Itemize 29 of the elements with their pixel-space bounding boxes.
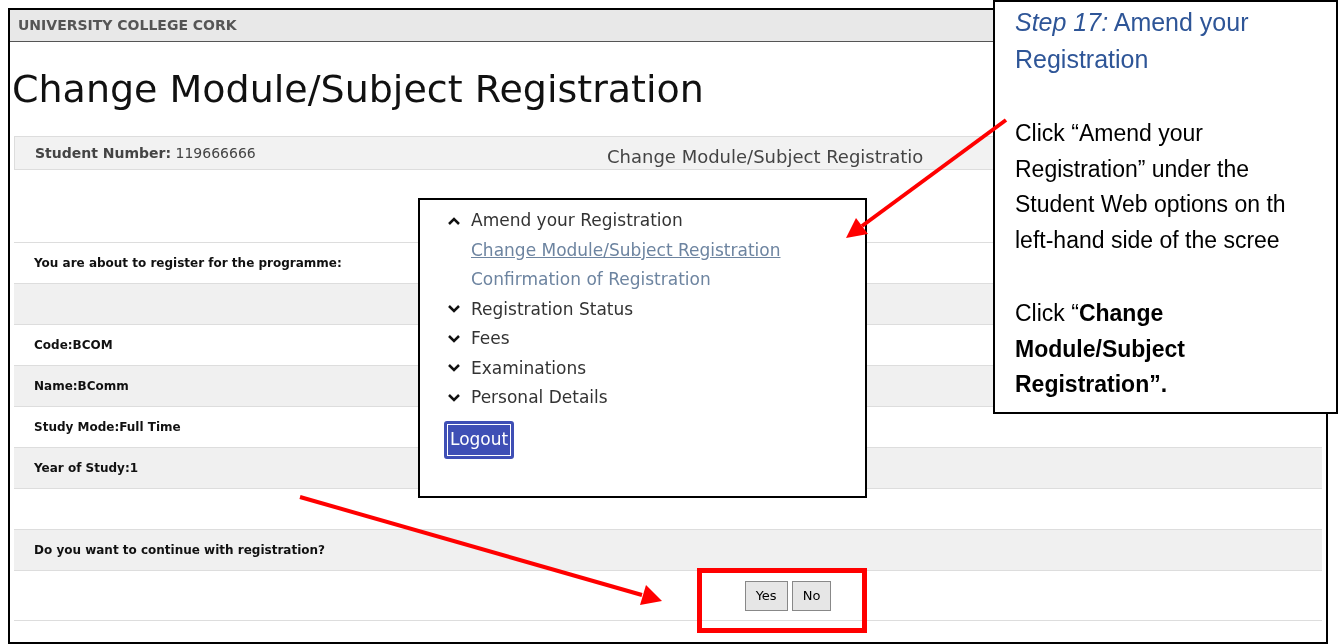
menu-item[interactable]: Personal Details bbox=[471, 385, 608, 411]
row-label: Code:BCOM bbox=[34, 337, 113, 354]
row-label: Do you want to continue with registration? bbox=[34, 542, 326, 559]
callout-text: Module/Subject bbox=[1015, 334, 1185, 364]
submenu-link[interactable]: Confirmation of Registration bbox=[471, 267, 711, 293]
callout-text: Registration”. bbox=[1015, 370, 1168, 399]
callout-text: Registration” under the bbox=[1015, 154, 1249, 184]
callout-heading: Registration bbox=[1015, 44, 1149, 75]
callout-text: Student Web options on th bbox=[1015, 190, 1286, 219]
callout-text: Click “Change bbox=[1015, 299, 1164, 328]
callout-text: Click “Amend your bbox=[1015, 119, 1203, 148]
brand-name: UNIVERSITY COLLEGE CORK bbox=[18, 16, 237, 35]
student-number: Student Number: 119666666 bbox=[35, 143, 256, 163]
row-label: Study Mode:Full Time bbox=[34, 419, 181, 436]
answer-button[interactable]: No bbox=[791, 580, 832, 611]
row-label: Year of Study:1 bbox=[34, 460, 139, 477]
answer-button[interactable]: Yes bbox=[744, 580, 788, 611]
menu-item[interactable]: Registration Status bbox=[471, 296, 634, 322]
menu-item[interactable]: Examinations bbox=[471, 355, 587, 381]
menu-item[interactable]: Fees bbox=[471, 326, 510, 352]
page-title: Change Module/Subject Registration bbox=[12, 65, 704, 113]
section-label: Change Module/Subject Registratio bbox=[607, 145, 924, 169]
row-label: Name:BComm bbox=[34, 378, 129, 395]
callout-text: left-hand side of the scree bbox=[1015, 225, 1280, 255]
menu-item[interactable]: Amend your Registration bbox=[471, 208, 683, 234]
submenu-link[interactable]: Change Module/Subject Registration bbox=[471, 237, 781, 263]
callout-heading: Step 17: Amend your bbox=[1015, 7, 1249, 38]
logout-button[interactable]: Logout bbox=[444, 420, 515, 459]
row-label: You are about to register for the programme: bbox=[34, 255, 342, 272]
